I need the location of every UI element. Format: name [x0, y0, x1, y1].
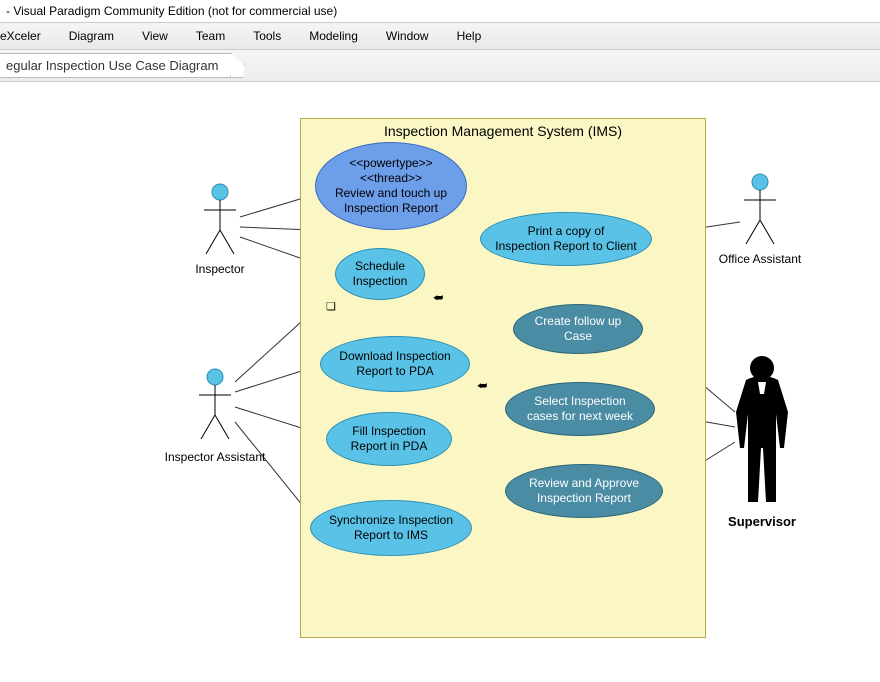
menu-diagram[interactable]: Diagram	[69, 29, 114, 43]
usecase-select-cases[interactable]: Select Inspection cases for next week	[505, 382, 655, 436]
actor-inspector-assistant-label: Inspector Assistant	[145, 450, 285, 464]
actor-office-assistant-icon[interactable]	[740, 172, 780, 252]
doc-icon: ❏	[326, 300, 336, 313]
breadcrumb-row: egular Inspection Use Case Diagram	[0, 50, 880, 82]
actor-inspector-label: Inspector	[150, 262, 290, 276]
usecase-schedule[interactable]: Schedule Inspection	[335, 248, 425, 300]
menubar: eXceler Diagram View Team Tools Modeling…	[0, 23, 880, 50]
breadcrumb-tab[interactable]: egular Inspection Use Case Diagram	[0, 53, 231, 78]
window-title: - Visual Paradigm Community Edition (not…	[0, 0, 880, 23]
menu-tools[interactable]: Tools	[253, 29, 281, 43]
usecase-fill-pda[interactable]: Fill Inspection Report in PDA	[326, 412, 452, 466]
menu-modeling[interactable]: Modeling	[309, 29, 358, 43]
usecase-review-approve[interactable]: Review and Approve Inspection Report	[505, 464, 663, 518]
usecase-download-pda[interactable]: Download Inspection Report to PDA	[320, 336, 470, 392]
usecase-create-followup[interactable]: Create follow up Case	[513, 304, 643, 354]
menu-exceler[interactable]: eXceler	[0, 29, 41, 43]
menu-window[interactable]: Window	[386, 29, 429, 43]
diagram-canvas[interactable]: Inspection Management System (IMS) <<pow…	[0, 82, 880, 682]
usecase-review-touchup[interactable]: <<powertype>> <<thread>> Review and touc…	[315, 142, 467, 230]
system-title: Inspection Management System (IMS)	[301, 119, 705, 139]
cursor-icon-2: ⮨	[477, 380, 487, 393]
actor-supervisor-icon[interactable]	[726, 352, 798, 512]
menu-view[interactable]: View	[142, 29, 168, 43]
menu-team[interactable]: Team	[196, 29, 225, 43]
actor-inspector-assistant-icon[interactable]	[195, 367, 235, 447]
actor-supervisor-label: Supervisor	[692, 514, 832, 529]
actor-inspector-icon[interactable]	[200, 182, 240, 262]
usecase-print-copy[interactable]: Print a copy of Inspection Report to Cli…	[480, 212, 652, 266]
usecase-sync-ims[interactable]: Synchronize Inspection Report to IMS	[310, 500, 472, 556]
cursor-icon: ⮨	[433, 292, 443, 305]
actor-office-assistant-label: Office Assistant	[690, 252, 830, 266]
menu-help[interactable]: Help	[457, 29, 482, 43]
